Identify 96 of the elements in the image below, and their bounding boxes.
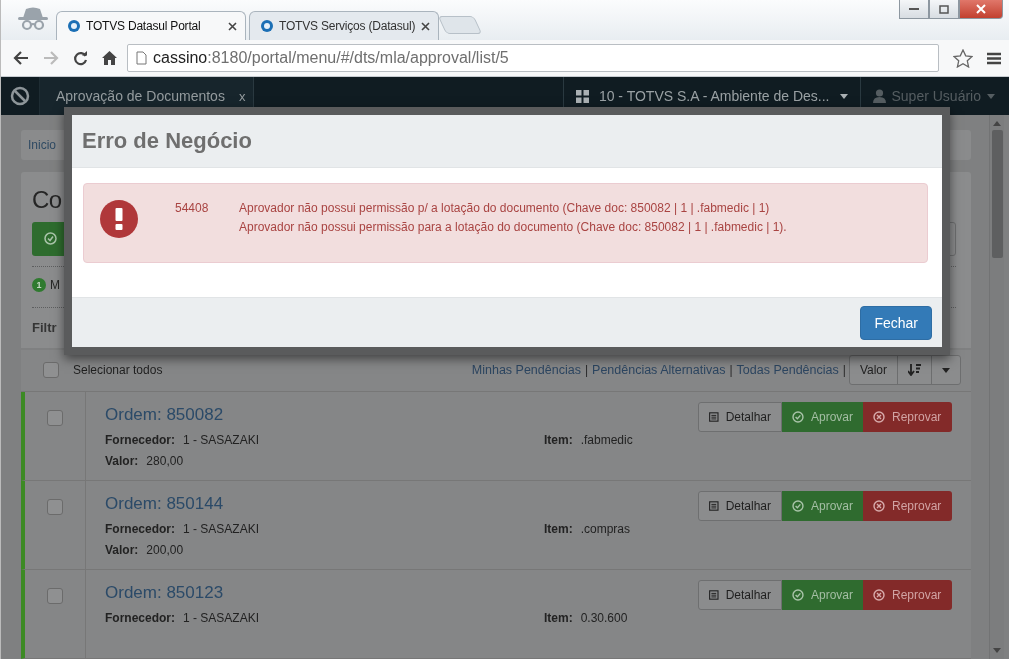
site-icon bbox=[260, 19, 274, 33]
field-label: Item: bbox=[544, 611, 573, 625]
close-button[interactable]: Fechar bbox=[860, 305, 932, 340]
check-circle-icon bbox=[792, 411, 804, 423]
list-icon bbox=[709, 589, 719, 601]
filter-label: Filtr bbox=[32, 319, 57, 335]
field-value: .fabmedic bbox=[580, 433, 633, 447]
order-title-link[interactable]: Ordem: 850082 bbox=[105, 405, 224, 425]
error-message: Aprovador não possui permissão p/ a lotação do documento (Chave doc: 850082 | 1 | .fabmedic | 1) bbox=[239, 201, 771, 215]
breadcrumb-link[interactable]: Inicio bbox=[28, 137, 56, 152]
sort-order-button[interactable] bbox=[897, 355, 932, 386]
logo-icon[interactable] bbox=[10, 86, 30, 106]
close-icon[interactable] bbox=[421, 21, 430, 31]
reject-button[interactable]: Reprovar bbox=[863, 402, 952, 432]
up-arrow-icon[interactable] bbox=[993, 121, 1001, 126]
field-label: Item: bbox=[544, 433, 573, 447]
details-button[interactable]: Detalhar bbox=[698, 402, 782, 432]
sort-menu-button[interactable] bbox=[931, 355, 961, 386]
check-circle-icon bbox=[44, 232, 57, 246]
filter-link[interactable]: Minhas Pendências bbox=[471, 363, 581, 378]
close-icon[interactable] bbox=[228, 21, 237, 31]
incognito-icon bbox=[15, 6, 51, 32]
close-icon bbox=[976, 4, 986, 14]
browser-tab[interactable]: TOTVS Datasul Portal bbox=[56, 11, 246, 40]
menu-icon[interactable] bbox=[987, 51, 1001, 65]
field-label: Fornecedor: bbox=[105, 433, 175, 447]
field-value: 0.30.600 bbox=[580, 611, 628, 625]
field-label: Fornecedor: bbox=[105, 611, 175, 625]
home-icon[interactable] bbox=[102, 51, 117, 65]
scrollbar-thumb[interactable] bbox=[991, 130, 1003, 258]
minimize-icon bbox=[909, 7, 919, 11]
back-icon[interactable] bbox=[13, 51, 29, 65]
x-circle-icon bbox=[873, 500, 885, 512]
error-code: 54408 bbox=[175, 200, 210, 215]
list-icon bbox=[709, 411, 719, 423]
field-label: Item: bbox=[544, 522, 573, 536]
check-circle-icon bbox=[792, 589, 804, 601]
page-heading: Co bbox=[32, 185, 62, 213]
separator-text: | bbox=[584, 363, 589, 378]
checkbox[interactable] bbox=[47, 410, 63, 426]
checkbox[interactable] bbox=[47, 588, 63, 604]
caret-icon bbox=[987, 93, 995, 99]
maximize-button[interactable] bbox=[929, 0, 959, 19]
order-title-link[interactable]: Ordem: 850144 bbox=[105, 494, 224, 514]
field-value: 1 - SASAZAKI bbox=[183, 611, 260, 625]
details-button[interactable]: Detalhar bbox=[698, 580, 782, 610]
error-message: Aprovador não possui permissão para a lotação do documento (Chave doc: 850082 | 1 | .fabmedic | 1). bbox=[239, 220, 787, 234]
caret-icon bbox=[839, 93, 848, 99]
page-icon bbox=[136, 51, 147, 65]
select-all-label: Selecionar todos bbox=[73, 363, 163, 378]
reload-icon[interactable] bbox=[73, 50, 88, 66]
field-label: Valor: bbox=[105, 454, 139, 468]
filter-link[interactable]: Todas Pendências bbox=[736, 363, 839, 378]
field-label: Valor: bbox=[105, 543, 139, 557]
sort-icon bbox=[908, 364, 921, 377]
tab-close-button[interactable]: x bbox=[238, 88, 246, 104]
order-title-link[interactable]: Ordem: 850123 bbox=[105, 583, 224, 603]
field-value: 280,00 bbox=[146, 454, 184, 468]
star-icon[interactable] bbox=[953, 48, 973, 68]
error-icon bbox=[100, 200, 138, 238]
field-value: 200,00 bbox=[146, 543, 184, 557]
checkbox[interactable] bbox=[43, 362, 59, 379]
maximize-icon bbox=[939, 4, 949, 14]
dialog-title: Erro de Negócio bbox=[82, 128, 252, 154]
field-value: .compras bbox=[580, 522, 631, 536]
url-field[interactable]: cassino:8180/portal/menu/#/dts/mla/approval/list/5 bbox=[127, 44, 939, 72]
count-badge: 1 bbox=[32, 277, 46, 292]
reject-button[interactable]: Reprovar bbox=[863, 580, 952, 610]
details-button[interactable]: Detalhar bbox=[698, 491, 782, 521]
scrollbar[interactable] bbox=[989, 115, 1004, 659]
field-value: 1 - SASAZAKI bbox=[183, 522, 260, 536]
caret-icon bbox=[942, 367, 950, 373]
minimize-button[interactable] bbox=[899, 0, 929, 19]
field-value: 1 - SASAZAKI bbox=[183, 433, 260, 447]
site-icon bbox=[67, 19, 81, 33]
filter-link[interactable]: Pendências Alternativas bbox=[592, 363, 726, 378]
close-window-button[interactable] bbox=[959, 0, 1003, 19]
sort-field-button[interactable]: Valor bbox=[848, 355, 898, 386]
down-arrow-icon[interactable] bbox=[993, 648, 1001, 653]
list-icon bbox=[709, 500, 719, 512]
checkbox[interactable] bbox=[47, 499, 63, 515]
user-menu[interactable]: Super Usuário bbox=[860, 77, 1009, 115]
separator-text: | bbox=[842, 363, 846, 378]
x-circle-icon bbox=[873, 589, 885, 601]
reject-button[interactable]: Reprovar bbox=[863, 491, 952, 521]
count-label: M bbox=[50, 277, 60, 292]
separator-text: | bbox=[729, 363, 733, 378]
approve-button[interactable]: Aprovar bbox=[782, 402, 863, 432]
browser-tab[interactable]: TOTVS Serviços (Datasul) bbox=[249, 11, 439, 40]
approve-button[interactable]: Aprovar bbox=[782, 580, 863, 610]
approve-button[interactable]: Aprovar bbox=[782, 491, 863, 521]
field-label: Fornecedor: bbox=[105, 522, 175, 536]
grid-icon bbox=[575, 89, 589, 103]
check-circle-icon bbox=[792, 500, 804, 512]
x-circle-icon bbox=[873, 411, 885, 423]
user-icon bbox=[872, 89, 886, 103]
